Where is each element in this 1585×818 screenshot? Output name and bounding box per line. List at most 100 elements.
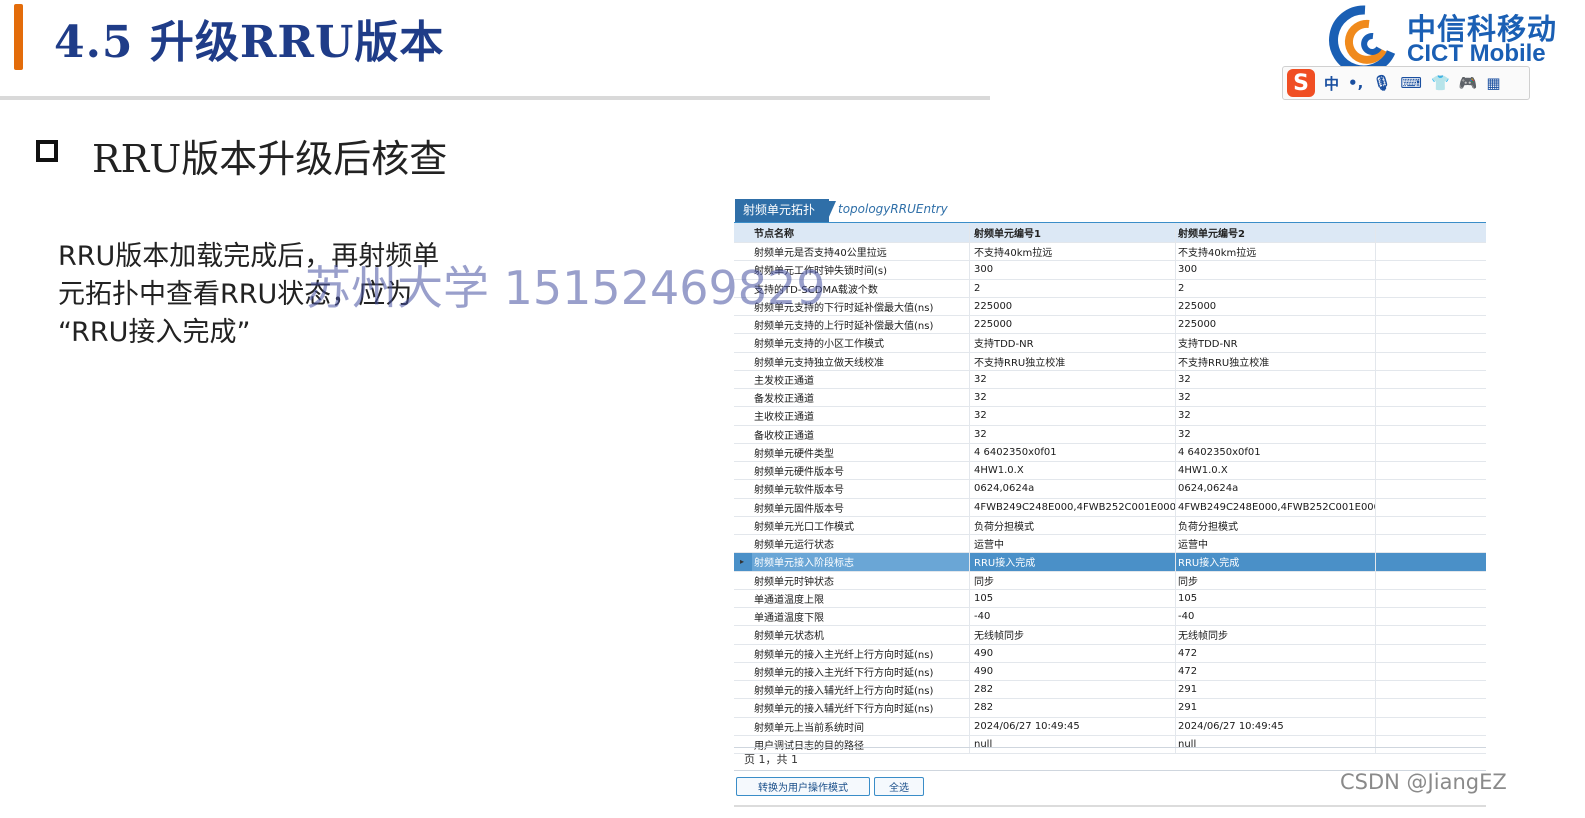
row-value-cell[interactable]: 无线帧同步 (972, 626, 1176, 644)
row-value-cell[interactable]: 32 (1176, 370, 1376, 388)
grid-row[interactable]: 主收校正通道 32 32 (734, 407, 1486, 426)
tab-rru-topology[interactable]: 射频单元拓扑 (735, 199, 830, 222)
grid-row[interactable]: 射频单元的接入辅光纤上行方向时延(ns) 282 291 (734, 681, 1486, 700)
row-value-cell[interactable]: 不支持40km拉远 (972, 243, 1176, 261)
row-value-cell[interactable]: 不支持RRU独立校准 (1176, 352, 1376, 370)
row-value-cell[interactable]: 0624,0624a (972, 480, 1176, 498)
row-value-cell[interactable]: 0624,0624a (1176, 480, 1376, 498)
grid-row[interactable]: 射频单元的接入主光纤下行方向时延(ns) 490 472 (734, 662, 1486, 681)
row-value-cell[interactable]: 2 (1176, 279, 1376, 297)
row-name-cell[interactable]: 射频单元上当前系统时间 (752, 717, 970, 735)
row-value-cell[interactable]: 负荷分担模式 (1176, 516, 1376, 534)
row-name-cell[interactable]: 射频单元硬件类型 (752, 443, 970, 461)
row-value-cell[interactable]: 运营中 (1176, 535, 1376, 553)
row-name-cell[interactable]: 射频单元硬件版本号 (752, 462, 970, 480)
row-value-cell[interactable]: 490 (972, 662, 1176, 680)
row-value-cell[interactable]: 运营中 (972, 535, 1176, 553)
row-value-cell[interactable]: 支持TDD-NR (972, 334, 1176, 352)
row-name-cell[interactable]: 单通道温度上限 (752, 589, 970, 607)
row-name-cell[interactable]: 射频单元支持独立做天线校准 (752, 352, 970, 370)
grid-row[interactable]: 用户调试日志的目的路径nullnull (734, 735, 1486, 754)
row-value-cell[interactable]: 32 (1176, 389, 1376, 407)
row-value-cell[interactable]: 282 (972, 699, 1176, 717)
grid-row[interactable]: 射频单元的接入主光纤上行方向时延(ns) 490 472 (734, 644, 1486, 663)
row-name-cell[interactable]: 备发校正通道 (752, 389, 970, 407)
row-value-cell[interactable]: 2 (972, 279, 1176, 297)
punctuation-icon[interactable]: •, (1348, 74, 1363, 92)
grid-row[interactable]: 射频单元状态机 无线帧同步 无线帧同步 (734, 626, 1486, 645)
row-value-cell[interactable]: 282 (972, 681, 1176, 699)
gamepad-icon[interactable]: 🎮 (1459, 74, 1478, 92)
grid-row[interactable]: 射频单元支持独立做天线校准 不支持RRU独立校准 不支持RRU独立校准 (734, 352, 1486, 371)
row-value-cell[interactable]: 490 (972, 644, 1176, 662)
grid-row[interactable]: 射频单元上当前系统时间 2024/06/27 10:49:45 2024/06/27… (734, 717, 1486, 736)
row-name-cell[interactable]: 射频单元接入阶段标志 (752, 553, 970, 571)
row-name-cell[interactable]: 射频单元固件版本号 (752, 498, 970, 516)
row-value-cell[interactable]: 32 (972, 389, 1176, 407)
row-value-cell[interactable]: 不支持RRU独立校准 (972, 352, 1176, 370)
row-value-cell[interactable]: RRU接入完成 (972, 553, 1176, 571)
row-value-cell[interactable]: null (972, 735, 1176, 753)
ime-toolbar[interactable]: S 中 •, 🎙 ⌨ 👕 🎮 ▦ (1282, 66, 1530, 100)
grid-row[interactable]: 备发校正通道 32 32 (734, 389, 1486, 408)
grid-row[interactable]: 射频单元光口工作模式 负荷分担模式 负荷分担模式 (734, 516, 1486, 535)
row-name-cell[interactable]: 射频单元时钟状态 (752, 571, 970, 589)
grid-row[interactable]: 射频单元硬件版本号 4HW1.0.X 4HW1.0.X (734, 462, 1486, 481)
row-value-cell[interactable]: 同步 (972, 571, 1176, 589)
grid-row[interactable]: 射频单元时钟状态 同步 同步 (734, 571, 1486, 590)
row-value-cell[interactable]: 不支持40km拉远 (1176, 243, 1376, 261)
row-value-cell[interactable]: 32 (1176, 407, 1376, 425)
column-header-rru-2[interactable]: 射频单元编号2 (1176, 223, 1376, 242)
row-value-cell[interactable]: 225000 (972, 316, 1176, 334)
skin-icon[interactable]: 👕 (1431, 74, 1450, 92)
row-value-cell[interactable]: 32 (972, 425, 1176, 443)
column-header-node-name[interactable]: 节点名称 (752, 223, 970, 242)
row-value-cell[interactable]: 225000 (1176, 316, 1376, 334)
row-name-cell[interactable]: 射频单元的接入主光纤下行方向时延(ns) (752, 662, 970, 680)
row-value-cell[interactable]: 2024/06/27 10:49:45 (1176, 717, 1376, 735)
row-value-cell[interactable]: 32 (972, 407, 1176, 425)
grid-row[interactable]: 射频单元的接入辅光纤下行方向时延(ns) 282 291 (734, 699, 1486, 718)
row-value-cell[interactable]: 负荷分担模式 (972, 516, 1176, 534)
grid-row[interactable]: 射频单元硬件类型 4 6402350x0f01 4 6402350x0f01 (734, 443, 1486, 462)
grid-row[interactable]: 射频单元运行状态 运营中 运营中 (734, 535, 1486, 554)
grid-menu-icon[interactable]: ▦ (1486, 74, 1500, 92)
row-name-cell[interactable]: 射频单元软件版本号 (752, 480, 970, 498)
row-value-cell[interactable]: 4 6402350x0f01 (1176, 443, 1376, 461)
row-value-cell[interactable]: 同步 (1176, 571, 1376, 589)
row-value-cell[interactable]: 225000 (1176, 297, 1376, 315)
row-value-cell[interactable]: 472 (1176, 662, 1376, 680)
row-value-cell[interactable]: 32 (972, 370, 1176, 388)
row-value-cell[interactable]: 4HW1.0.X (1176, 462, 1376, 480)
grid-row[interactable]: 射频单元支持的下行时延补偿最大值(ns) 225000 225000 (734, 297, 1486, 316)
row-name-cell[interactable]: 射频单元的接入辅光纤下行方向时延(ns) (752, 699, 970, 717)
grid-row[interactable]: 射频单元支持的小区工作模式 支持TDD-NR 支持TDD-NR (734, 334, 1486, 353)
row-value-cell[interactable]: 支持TDD-NR (1176, 334, 1376, 352)
column-header-rru-1[interactable]: 射频单元编号1 (972, 223, 1176, 242)
row-name-cell[interactable]: 单通道温度下限 (752, 608, 970, 626)
row-value-cell[interactable]: 32 (1176, 425, 1376, 443)
row-value-cell[interactable]: 300 (972, 261, 1176, 279)
row-name-cell[interactable]: 备收校正通道 (752, 425, 970, 443)
row-name-cell[interactable]: 射频单元状态机 (752, 626, 970, 644)
row-value-cell[interactable]: 291 (1176, 681, 1376, 699)
row-value-cell[interactable]: 291 (1176, 699, 1376, 717)
keyboard-icon[interactable]: ⌨ (1400, 74, 1422, 92)
row-name-cell[interactable]: 射频单元的接入辅光纤上行方向时延(ns) (752, 681, 970, 699)
row-name-cell[interactable]: 射频单元运行状态 (752, 535, 970, 553)
row-value-cell[interactable]: 4HW1.0.X (972, 462, 1176, 480)
row-name-cell[interactable]: 主收校正通道 (752, 407, 970, 425)
microphone-icon[interactable]: 🎙 (1372, 74, 1391, 92)
grid-row[interactable]: 主发校正通道 32 32 (734, 370, 1486, 389)
row-name-cell[interactable]: 射频单元光口工作模式 (752, 516, 970, 534)
row-value-cell[interactable]: RRU接入完成 (1176, 553, 1376, 571)
grid-row[interactable]: 单通道温度下限 -40 -40 (734, 608, 1486, 627)
row-name-cell[interactable]: 射频单元的接入主光纤上行方向时延(ns) (752, 644, 970, 662)
row-value-cell[interactable]: -40 (1176, 608, 1376, 626)
row-value-cell[interactable]: null (1176, 735, 1376, 753)
switch-user-mode-button[interactable]: 转换为用户操作模式 (736, 777, 870, 796)
chinese-mode-icon[interactable]: 中 (1324, 73, 1339, 94)
row-value-cell[interactable]: 225000 (972, 297, 1176, 315)
grid-row[interactable]: 射频单元是否支持40公里拉远 不支持40km拉远 不支持40km拉远 (734, 243, 1486, 262)
row-value-cell[interactable]: 无线帧同步 (1176, 626, 1376, 644)
